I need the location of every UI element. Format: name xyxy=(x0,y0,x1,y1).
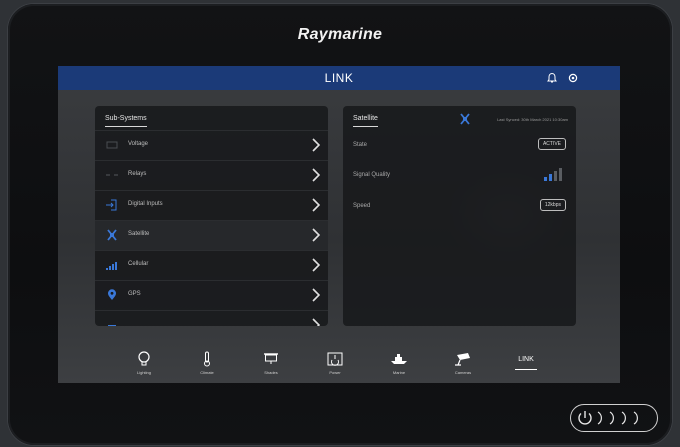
page-title: LINK xyxy=(324,71,354,85)
battery-icon xyxy=(106,141,118,149)
chevron-right-icon xyxy=(312,318,320,326)
brightness-arc-icon xyxy=(633,411,638,425)
state-label: State xyxy=(353,142,368,148)
signal-quality-label: Signal Quality xyxy=(353,172,391,178)
nav-item-lighting[interactable]: Lighting xyxy=(118,351,170,375)
chevron-right-icon xyxy=(312,138,320,152)
satellite-icon xyxy=(460,113,470,125)
relay-icon xyxy=(106,174,118,176)
brightness-arc-icon xyxy=(621,411,626,425)
cellular-icon xyxy=(106,262,117,270)
brand-logo: Raymarine xyxy=(297,26,383,43)
nav-item-link[interactable]: LINK xyxy=(500,351,552,370)
camera-icon xyxy=(455,353,470,366)
subsystem-item-digital-inputs[interactable]: Digital Inputs xyxy=(95,190,328,220)
nav-label: Power xyxy=(329,370,341,375)
brightness-arc-icon xyxy=(597,411,602,425)
bottom-navigation: Lighting Climate Shades Power Marine Cam… xyxy=(58,348,620,383)
subsystem-item-voltage[interactable]: Voltage xyxy=(95,130,328,160)
digital-input-icon xyxy=(106,199,117,211)
nav-item-shades[interactable]: Shades xyxy=(245,351,297,375)
subsystem-item-cellular[interactable]: Cellular xyxy=(95,250,328,280)
subsystem-item-partial xyxy=(95,310,328,326)
chevron-right-icon xyxy=(312,198,320,212)
bell-icon[interactable] xyxy=(546,72,558,84)
speed-badge: 12kbps xyxy=(539,199,566,211)
nav-label-link: LINK xyxy=(518,356,534,363)
boat-icon xyxy=(391,354,407,364)
shades-icon xyxy=(264,353,278,364)
subsystem-label: Voltage xyxy=(128,141,149,147)
subsystem-label: Satellite xyxy=(128,231,150,237)
subsystem-label: Digital Inputs xyxy=(128,201,163,207)
power-icon xyxy=(578,411,592,425)
nav-label: Lighting xyxy=(136,370,151,375)
subsystems-header: Sub-Systems xyxy=(105,115,147,127)
thermometer-icon xyxy=(204,351,210,367)
chevron-right-icon xyxy=(312,228,320,242)
satellite-icon xyxy=(107,229,117,241)
nav-item-marine[interactable]: Marine xyxy=(373,351,425,375)
chevron-right-icon xyxy=(312,258,320,272)
gps-pin-icon xyxy=(108,289,116,300)
partial-item-icon xyxy=(108,325,116,326)
subsystem-item-satellite[interactable]: Satellite xyxy=(95,220,328,250)
satellite-header: Satellite xyxy=(353,115,378,127)
nav-label: Climate xyxy=(200,370,214,375)
nav-label: Marine xyxy=(392,370,406,375)
gear-icon[interactable] xyxy=(567,72,579,84)
subsystem-item-relays[interactable]: Relays xyxy=(95,160,328,190)
subsystem-label: Cellular xyxy=(128,261,149,267)
nav-item-power[interactable]: Power xyxy=(309,351,361,375)
power-panel-icon xyxy=(327,352,343,366)
subsystem-label: Relays xyxy=(128,171,147,177)
nav-label: Shades xyxy=(264,370,278,375)
satellite-panel: Satellite Last Synced: 30th March 2021 1… xyxy=(343,106,576,326)
signal-quality-icon xyxy=(544,168,562,181)
active-indicator xyxy=(515,369,537,370)
subsystems-panel: Sub-Systems Voltage Relays Digital Input… xyxy=(95,106,328,326)
state-badge: ACTIVE xyxy=(537,138,566,150)
last-synced-text: Last Synced: 30th March 2021 10:30am xyxy=(497,117,568,122)
chevron-right-icon xyxy=(312,288,320,302)
nav-item-climate[interactable]: Climate xyxy=(181,351,233,375)
chevron-right-icon xyxy=(312,168,320,182)
nav-label: Cameras xyxy=(454,370,472,375)
subsystem-item-gps[interactable]: GPS xyxy=(95,280,328,310)
display-screen: LINK Sub-Systems Voltage Relays Digital … xyxy=(58,66,620,383)
subsystem-label: GPS xyxy=(128,291,141,297)
power-button[interactable] xyxy=(570,404,658,432)
lightbulb-icon xyxy=(138,351,150,366)
nav-item-cameras[interactable]: Cameras xyxy=(437,351,489,375)
brightness-arc-icon xyxy=(609,411,614,425)
title-bar: LINK xyxy=(58,66,620,90)
speed-label: Speed xyxy=(353,203,371,209)
